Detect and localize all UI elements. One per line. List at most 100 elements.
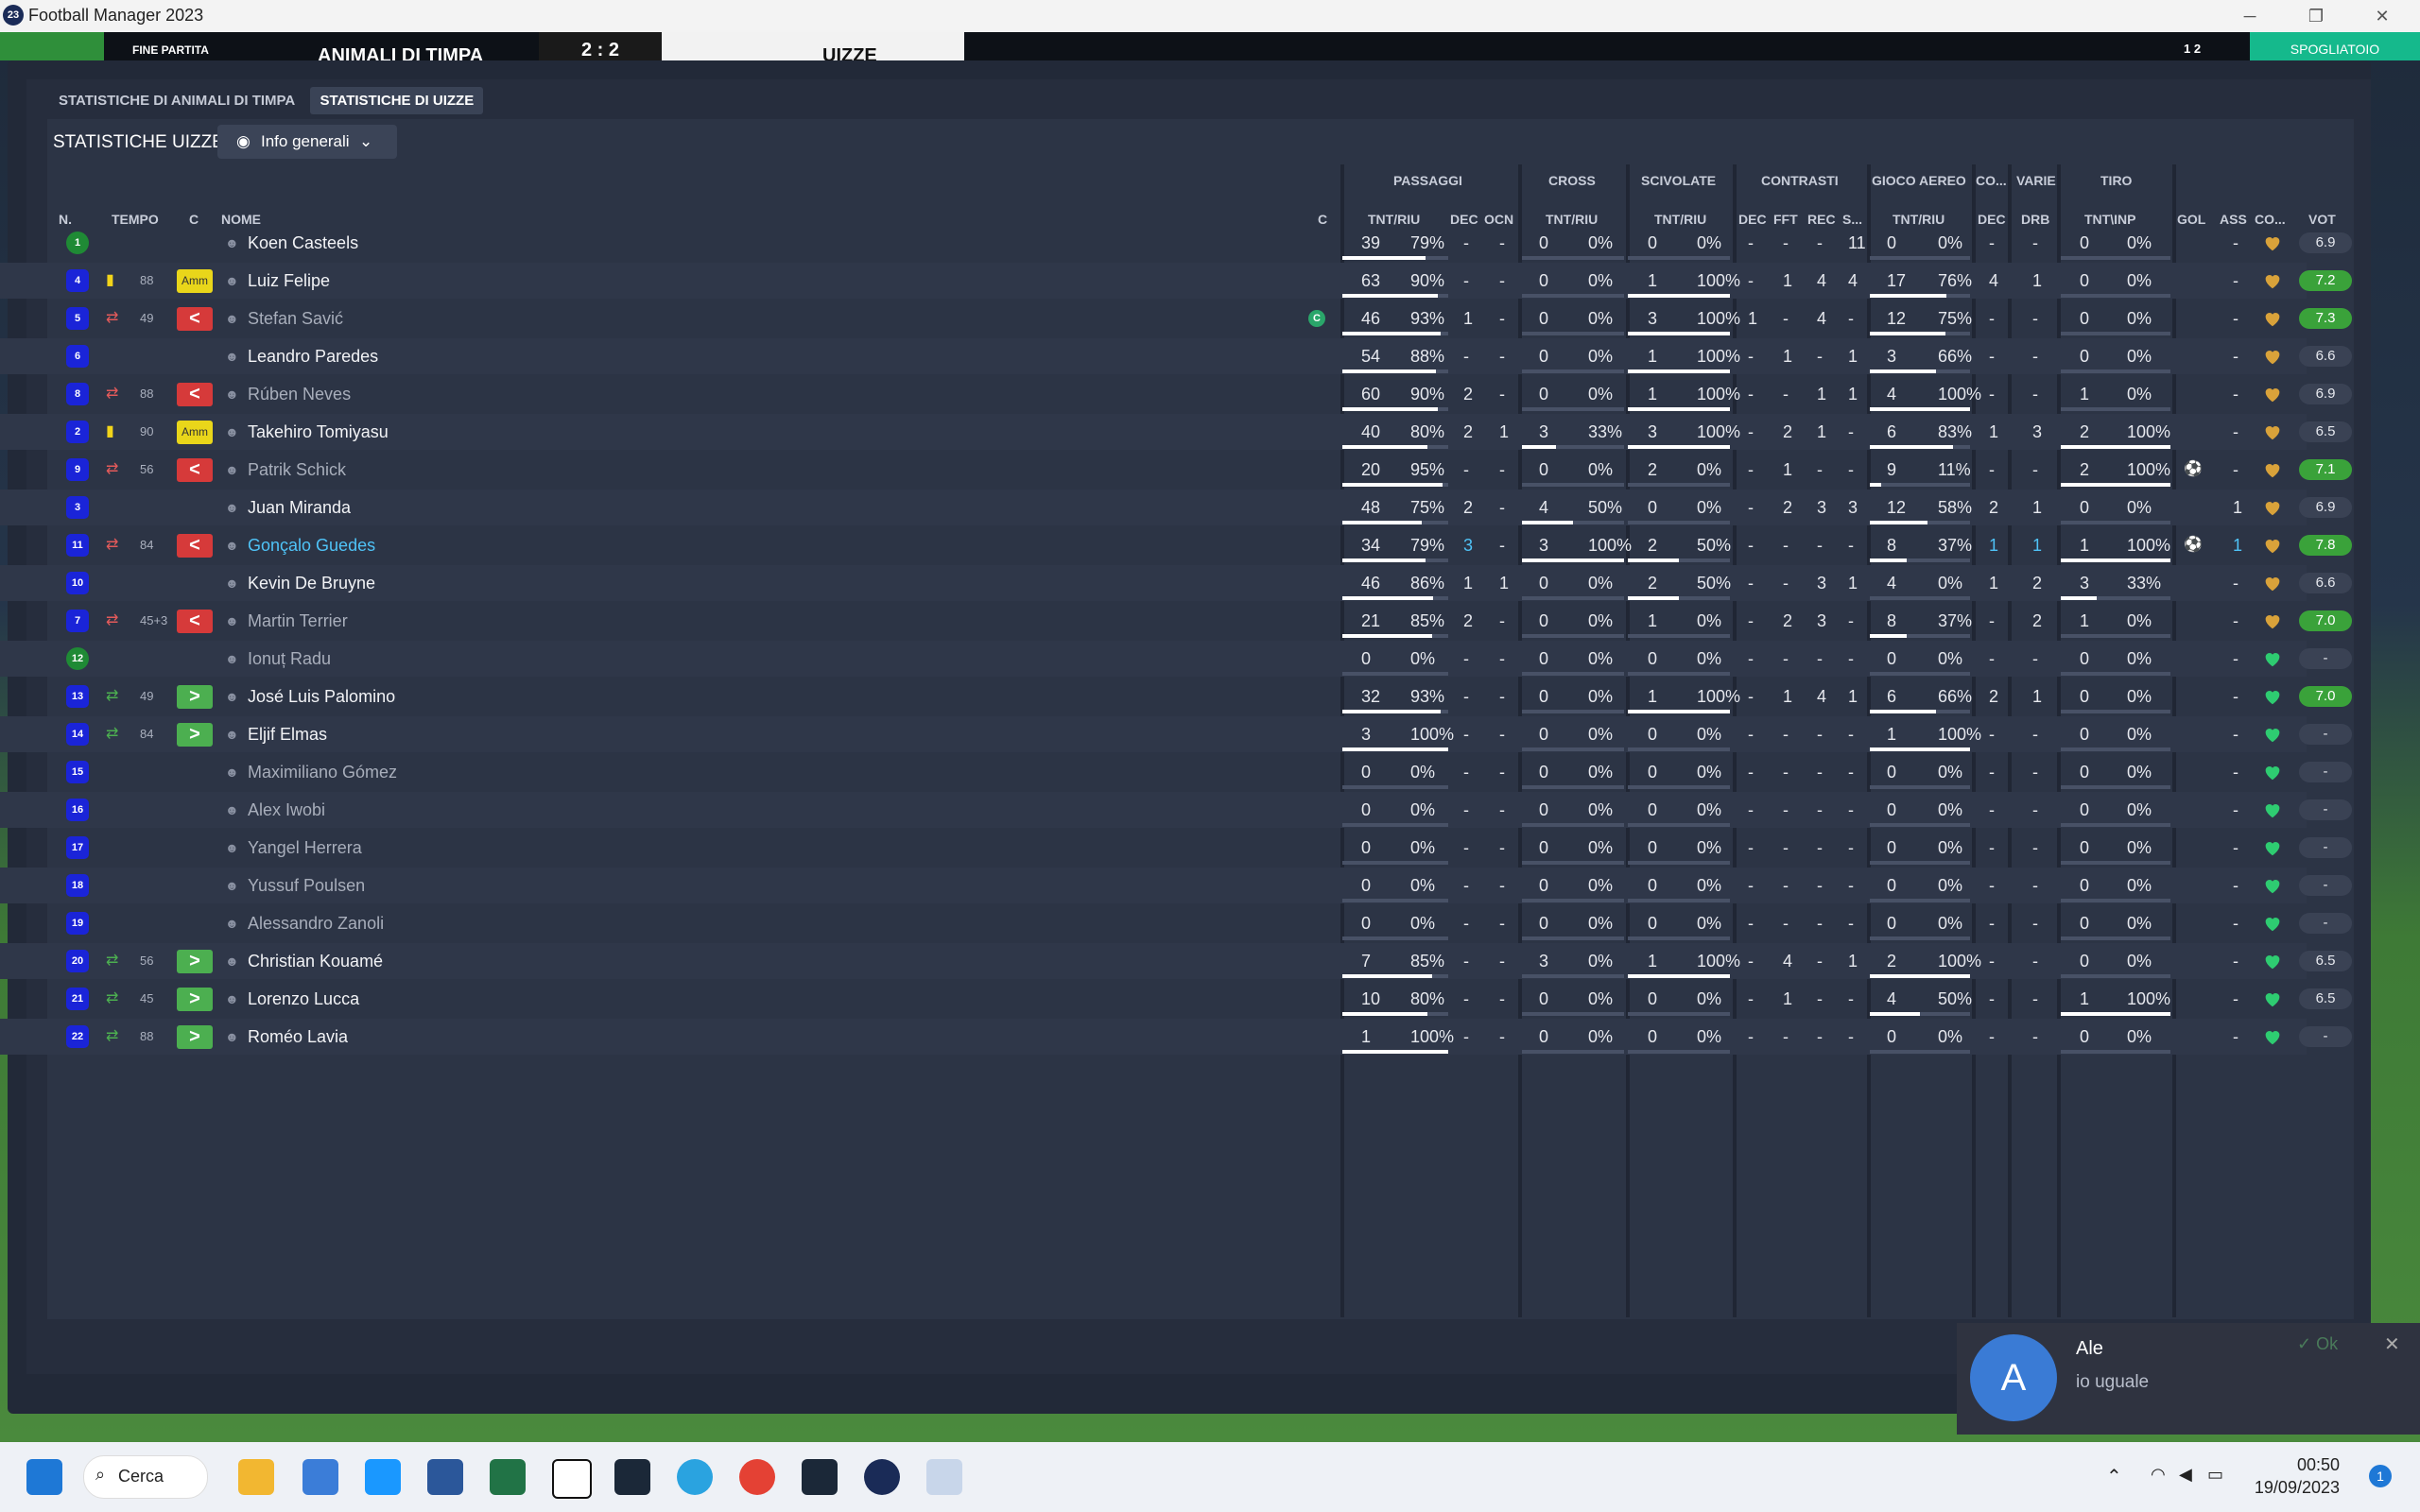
stat-co-dec: - [1989,838,1995,857]
stat-pass-dec: - [1463,989,1469,1008]
wifi-icon[interactable]: ◠ [2151,1465,2166,1485]
chrome-icon[interactable] [739,1459,775,1495]
player-name[interactable]: Rúben Neves [248,376,351,412]
player-name[interactable]: Eljif Elmas [248,716,327,752]
chevron-up-icon[interactable]: ⌃ [2106,1465,2122,1488]
chat-sender: Ale [2076,1338,2103,1359]
player-icon: ☻ [225,765,239,780]
player-name[interactable]: Takehiro Tomiyasu [248,414,389,450]
clock-time[interactable]: 00:50 [2264,1455,2340,1475]
player-name[interactable]: Patrik Schick [248,452,346,488]
table-row[interactable]: 13 ⇄ 49 > ☻ José Luis Palomino 32 93% - -0 0% 1 100%… [0,679,2352,714]
stat-con-s: 1 [1848,952,1858,971]
tab-home-stats[interactable]: STATISTICHE DI ANIMALI DI TIMPA [49,87,304,114]
stat-con-s: - [1848,876,1854,895]
stat-co-dec: - [1989,952,1995,971]
minimize-icon[interactable]: ─ [2231,2,2269,30]
player-name[interactable]: Martin Terrier [248,603,348,639]
maximize-icon[interactable]: ❐ [2297,2,2335,30]
snipping-tool-icon[interactable] [926,1459,962,1495]
stat-con-dec: - [1748,649,1754,668]
table-row[interactable]: 9 ⇄ 56 < ☻ Patrik Schick 20 95% - -0 0% 2 0% -1- -9 11%… [0,452,2352,488]
player-name[interactable]: Gonçalo Guedes [248,527,375,563]
table-row[interactable]: 16 ☻ Alex Iwobi 0 0% - -0 0% 0 0% - - - -0 0% - -0 0% - - [0,792,2352,828]
player-name[interactable]: Juan Miranda [248,490,351,525]
player-name[interactable]: Ionuț Radu [248,641,331,677]
stat-drb: 1 [2032,536,2043,555]
ok-button[interactable]: ✓ Ok [2297,1334,2338,1354]
table-row[interactable]: 7 ⇄ 45+3 < ☻ Martin Terrier 21 85% 2-0 0% 1 0% -2 3-8… [0,603,2352,639]
stat-con-rec: - [1817,914,1823,933]
player-name[interactable]: Maximiliano Gómez [248,754,397,790]
col-header-vot[interactable]: VOT [2308,212,2336,227]
stat-con-rec: - [1817,876,1823,895]
player-name[interactable]: Roméo Lavia [248,1019,348,1055]
store-icon[interactable] [302,1459,338,1495]
player-name[interactable]: Koen Casteels [248,225,358,261]
stat-co-dec: 1 [1989,422,1999,441]
football-manager-icon[interactable] [864,1459,900,1495]
success-bar-track [2061,369,2170,373]
table-row[interactable]: 5 ⇄ 49 < ☻ Stefan Savić C 46 93% 1-0 0% 3 100% 1-4-12… [0,301,2352,336]
player-name[interactable]: Stefan Savić [248,301,343,336]
windows-start-icon[interactable] [26,1459,62,1495]
table-row[interactable]: 15 ☻ Maximiliano Gómez 0 0% - -0 0% 0 0% - - - -0 0% - -… [0,754,2352,790]
excel-icon[interactable] [490,1459,526,1495]
group-header-contrasti: CONTRASTI [1761,173,1839,188]
table-row[interactable]: 17 ☻ Yangel Herrera 0 0% - -0 0% 0 0% - - - -0 0% - -0 0%… [0,830,2352,866]
table-row[interactable]: 20 ⇄ 56 > ☻ Christian Kouamé 7 85% - -3 0% 1 100% -4-… [0,943,2352,979]
table-row[interactable]: 1 ☻ Koen Casteels 39 79% - -0 0% 0 0% - - -11 0 0% - -0 0… [0,225,2352,261]
player-name[interactable]: Leandro Paredes [248,338,378,374]
taskbar-search[interactable]: Cerca ⌕ [83,1455,208,1499]
notion-icon[interactable] [552,1459,592,1499]
word-icon[interactable] [427,1459,463,1495]
steam-icon[interactable] [802,1459,838,1495]
clock-date[interactable]: 19/09/2023 [2245,1478,2340,1498]
table-row[interactable]: 14 ⇄ 84 > ☻ Eljif Elmas 3 100% - -0 0% 0 0% - - - -1 100%… [0,716,2352,752]
view-dropdown[interactable]: ◉ Info generali ⌄ [217,125,397,159]
player-name[interactable]: Kevin De Bruyne [248,565,375,601]
battery-icon[interactable]: ▭ [2207,1465,2223,1485]
notification-badge[interactable]: 1 [2369,1465,2392,1487]
table-row[interactable]: 22 ⇄ 88 > ☻ Roméo Lavia 1 100% - -0 0% 0 0% - - - -0 0% - -… [0,1019,2352,1055]
table-row[interactable]: 8 ⇄ 88 < ☻ Rúben Neves 60 90% 2-0 0% 1 100% - -1 1 4 100… [0,376,2352,412]
stat-ass: - [2233,611,2238,630]
close-icon[interactable]: ✕ [2363,2,2401,30]
table-row[interactable]: 18 ☻ Yussuf Poulsen 0 0% - -0 0% 0 0% - - - -0 0% - -0 0%… [0,868,2352,903]
table-row[interactable]: 2 ▮ 90 Amm ☻ Takehiro Tomiyasu 40 80% 2 1 3 33% 3 100… [0,414,2352,450]
dressing-room-button[interactable]: SPOGLIATOIO [2250,32,2420,60]
table-row[interactable]: 3 ☻ Juan Miranda 48 75% 2-4 50% 0 0% -2 3 3 12 58% 2 1 0… [0,490,2352,525]
table-row[interactable]: 6 ☻ Leandro Paredes 54 88% - -0 0% 1 100% -1-1 3 66%… [0,338,2352,374]
volume-icon[interactable]: ◀ [2179,1465,2192,1485]
condition-heart-icon [2262,799,2283,820]
chat-notification[interactable]: A Ale io uguale ✓ Ok ✕ [1957,1323,2420,1435]
player-name[interactable]: Christian Kouamé [248,943,383,979]
stat-ass: - [2233,763,2238,782]
table-row[interactable]: 19 ☻ Alessandro Zanoli 0 0% - -0 0% 0 0% - - - -0 0% - -… [0,905,2352,941]
player-name[interactable]: Alex Iwobi [248,792,325,828]
stat-con-s: - [1848,763,1854,782]
stat-con-rec: - [1817,838,1823,857]
telegram-icon[interactable] [677,1459,713,1495]
table-row[interactable]: 12 ☻ Ionuț Radu 0 0% - -0 0% 0 0% - - - -0 0% - -0 0% - - [0,641,2352,677]
table-row[interactable]: 21 ⇄ 45 > ☻ Lorenzo Lucca 10 80% - -0 0% 0 0% -1- -4 50… [0,981,2352,1017]
stat-pass-dec: - [1463,838,1469,857]
player-name[interactable]: Luiz Felipe [248,263,330,299]
player-name[interactable]: Yussuf Poulsen [248,868,365,903]
file-explorer-icon[interactable] [238,1459,274,1495]
success-bar-fill [1342,369,1436,373]
table-row[interactable]: 4 ▮ 88 Amm ☻ Luiz Felipe 63 90% - -0 0% 1 100% -1 4 4 17… [0,263,2352,299]
player-name[interactable]: Yangel Herrera [248,830,362,866]
player-name[interactable]: José Luis Palomino [248,679,395,714]
table-row[interactable]: 10 ☻ Kevin De Bruyne 46 86% 1 1 0 0% 2 50% - -3 1 4 0% 1… [0,565,2352,601]
player-name[interactable]: Alessandro Zanoli [248,905,384,941]
table-row[interactable]: 11 ⇄ 84 < ☻ Gonçalo Guedes 34 79% 3-3 100% 2 50% - - -… [0,527,2352,563]
player-name[interactable]: Lorenzo Lucca [248,981,359,1017]
stat-con-fft: 2 [1783,422,1793,441]
close-icon[interactable]: ✕ [2384,1332,2400,1356]
prime-video-icon[interactable] [365,1459,401,1495]
steam-icon[interactable] [614,1459,650,1495]
tab-away-stats[interactable]: STATISTICHE DI UIZZE [310,87,484,114]
match-rating: - [2299,875,2352,896]
stat-con-rec: - [1817,1027,1823,1046]
